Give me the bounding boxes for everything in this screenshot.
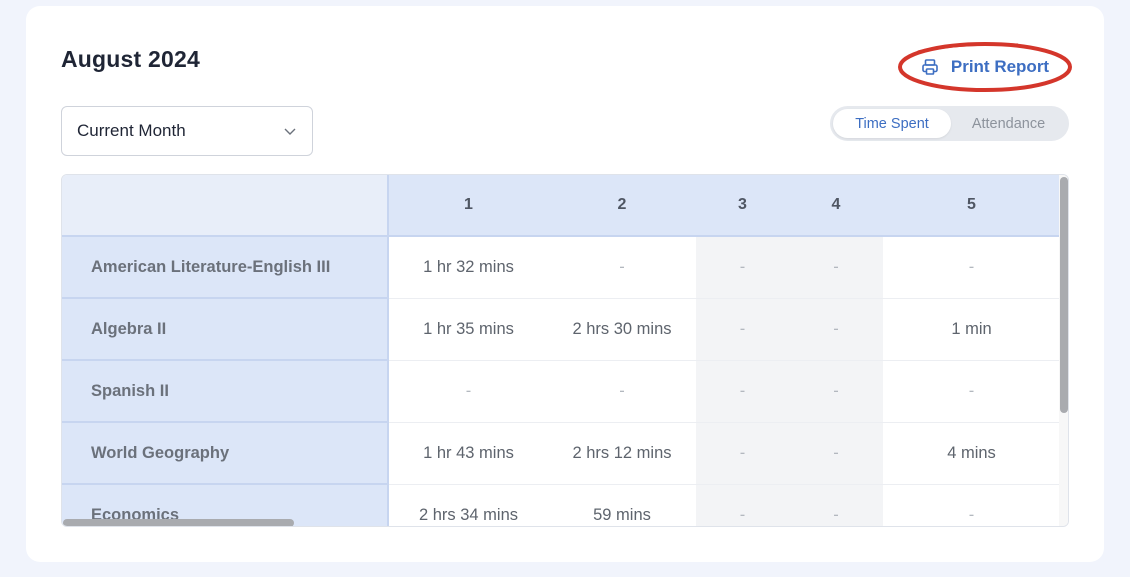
row-subject-label: Spanish II [62,361,389,423]
view-toggle: Time Spent Attendance [830,106,1069,141]
time-table: 1 2 3 4 5 American Literature-English III 1 hr… [61,174,1069,527]
column-header-day: 5 [883,175,1060,237]
table-cell: 4 mins [883,423,1060,485]
row-subject-label: American Literature-English III [62,237,389,299]
toggle-attendance[interactable]: Attendance [951,109,1066,138]
vertical-scrollbar[interactable] [1059,175,1068,526]
table-cell: - [548,237,696,299]
period-select[interactable]: Current Month [61,106,313,156]
table-cell: - [696,361,789,423]
chevron-down-icon [283,124,297,138]
table-cell: - [389,361,548,423]
column-header-day: 4 [789,175,883,237]
table-cell: 1 hr 32 mins [389,237,548,299]
toggle-time-spent[interactable]: Time Spent [833,109,951,138]
horizontal-scroll-thumb[interactable] [63,519,294,526]
table-cell: - [696,299,789,361]
table-cell: 2 hrs 30 mins [548,299,696,361]
table-cell: - [789,423,883,485]
table-header-corner [62,175,389,237]
vertical-scroll-thumb[interactable] [1060,177,1068,413]
print-report-label: Print Report [950,57,1050,76]
report-card: August 2024 Print Report Current Month T… [26,6,1104,562]
table-cell: - [789,237,883,299]
table-cell: 1 hr 35 mins [389,299,548,361]
page-title: August 2024 [61,46,200,72]
printer-icon [921,58,939,76]
horizontal-scrollbar[interactable] [62,518,1059,526]
table-cell: 1 min [883,299,1060,361]
print-report-button[interactable]: Print Report [898,40,1072,94]
table-cell: 2 hrs 12 mins [548,423,696,485]
column-header-day: 1 [389,175,548,237]
row-subject-label: World Geography [62,423,389,485]
column-header-day: 2 [548,175,696,237]
table-cell: - [789,299,883,361]
table-cell: 1 hr 43 mins [389,423,548,485]
table-cell: - [696,423,789,485]
table-cell: - [883,361,1060,423]
column-header-day: 3 [696,175,789,237]
table-cell: - [789,361,883,423]
table-cell: - [696,237,789,299]
row-subject-label: Algebra II [62,299,389,361]
table-cell: - [548,361,696,423]
table-cell: - [883,237,1060,299]
period-select-value: Current Month [77,121,186,140]
